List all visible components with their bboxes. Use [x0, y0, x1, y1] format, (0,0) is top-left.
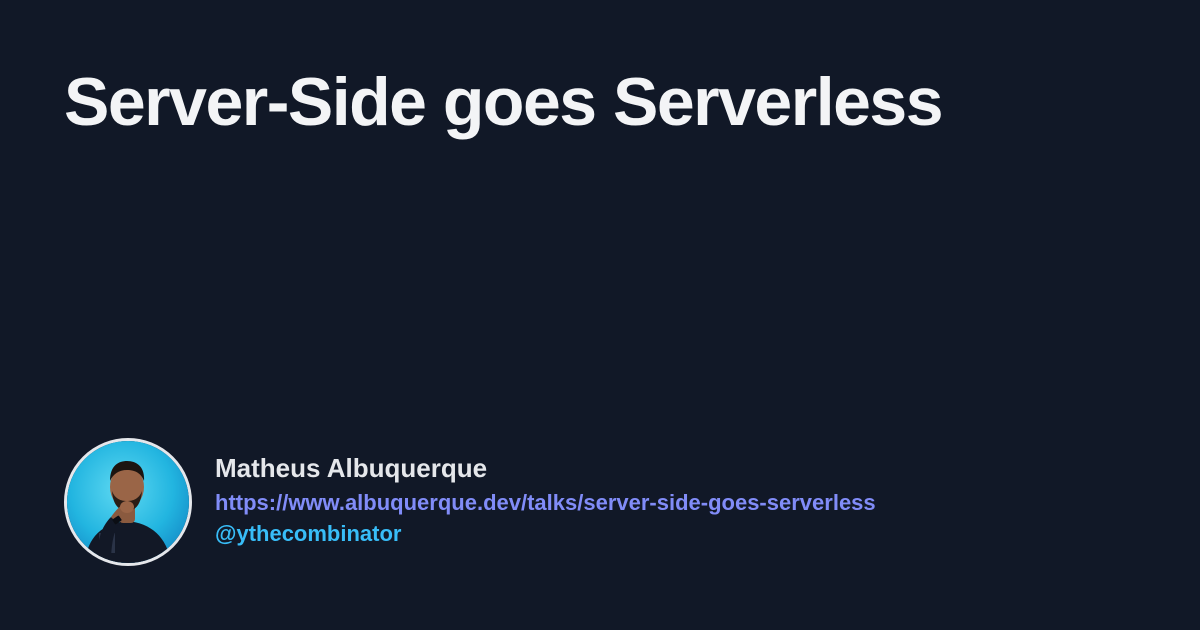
- talk-url-link[interactable]: https://www.albuquerque.dev/talks/server…: [215, 489, 876, 517]
- author-name: Matheus Albuquerque: [215, 453, 488, 483]
- author-block: Matheus Albuquerque https://www.albuquer…: [64, 438, 876, 566]
- author-meta: Matheus Albuquerque https://www.albuquer…: [215, 438, 876, 548]
- page-title: Server-Side goes Serverless: [64, 64, 944, 140]
- avatar: [64, 438, 192, 566]
- twitter-handle-link[interactable]: @ythecombinator: [215, 520, 876, 548]
- avatar-photo-icon: [67, 441, 189, 563]
